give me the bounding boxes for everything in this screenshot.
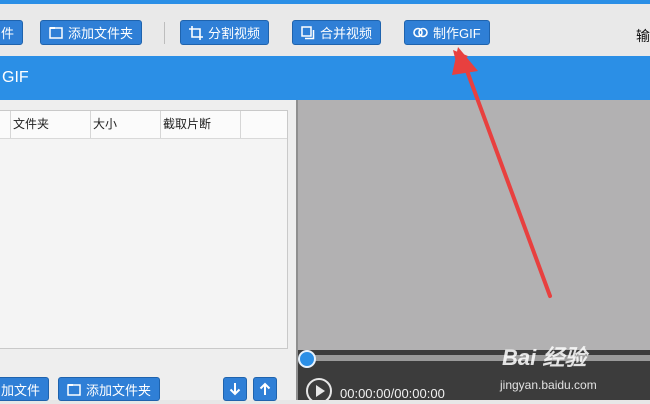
annotation-arrow (452, 47, 552, 298)
